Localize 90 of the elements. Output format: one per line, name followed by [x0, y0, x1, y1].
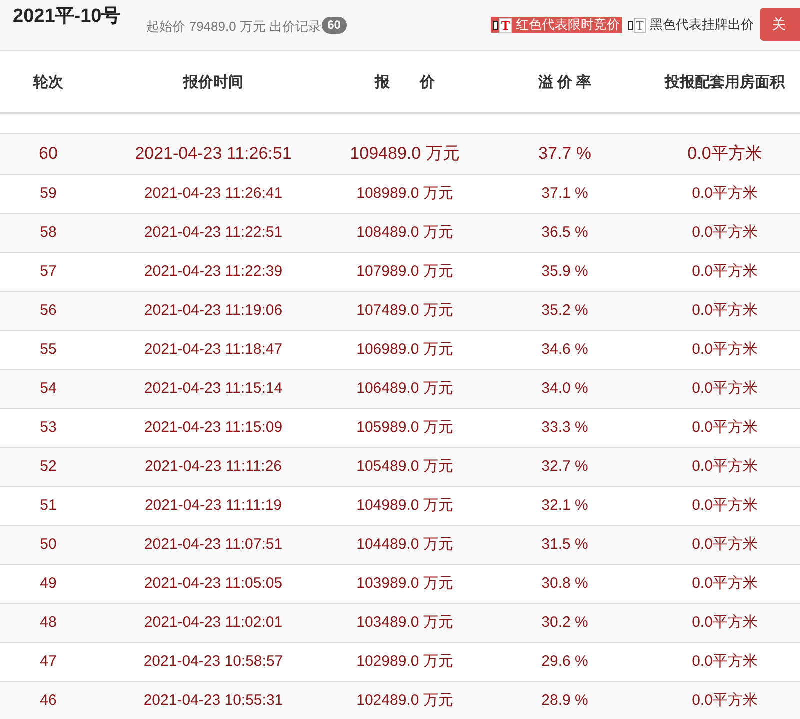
table-cell-text: 32.7 %: [540, 456, 590, 477]
table-cell-text: 0.0平方米: [686, 143, 764, 166]
table-cell-text: 104489.0 万元: [356, 534, 454, 555]
table-cell-text: 2021-04-23 10:58:57: [142, 652, 284, 672]
table-cell-text: 107989.0 万元: [356, 262, 454, 282]
table-cell-text: 2021-04-23 11:15:14: [143, 378, 284, 399]
table-cell-text: 2021-04-23 11:22:39: [143, 262, 284, 282]
table-cell-text: 0.0平方米: [691, 456, 759, 477]
table-cell-text: 0.0平方米: [691, 300, 759, 321]
table-cell-text: 106489.0 万元: [356, 378, 454, 399]
table-cell-text: 0.0平方米: [691, 612, 759, 633]
table-cell-text: 36.5 %: [540, 222, 590, 243]
bid-count-badge: 60: [322, 17, 347, 34]
table-cell-text: 28.9 %: [540, 690, 590, 711]
legend-label: 红色代表限时竞价: [516, 16, 620, 34]
table-cell-text: 29.6 %: [540, 652, 590, 672]
table-cell-text: 2021-04-23 10:55:31: [142, 690, 284, 711]
table-cell-text: 2021-04-23 11:26:41: [143, 184, 284, 204]
table-cell-text: 108489.0 万元: [356, 222, 454, 243]
box-icon: [628, 20, 634, 30]
table-cell-text: 52: [39, 456, 58, 477]
t-glyph: T: [499, 18, 512, 32]
table-cell-text: 35.9 %: [540, 262, 590, 282]
table-cell-text: 103989.0 万元: [356, 574, 454, 594]
column-header: 投报配套用房面积: [664, 73, 786, 94]
table-cell-text: 57: [39, 262, 58, 282]
table-cell-text: 2021-04-23 11:11:26: [144, 456, 284, 477]
table-cell-text: 2021-04-23 11:19:06: [143, 300, 284, 321]
table-cell-text: 58: [39, 222, 58, 243]
table-cell-text: 109489.0 万元: [349, 143, 461, 166]
table-cell-text: 2021-04-23 11:15:09: [143, 418, 284, 438]
table-cell-text: 34.0 %: [540, 378, 590, 399]
table-cell-text: 37.1 %: [540, 184, 590, 204]
table-cell-text: 104989.0 万元: [356, 496, 454, 516]
table-cell-text: 56: [39, 300, 58, 321]
column-header: 报 价: [374, 73, 436, 94]
table-cell-text: 0.0平方米: [691, 378, 759, 399]
table-cell-text: 2021-04-23 11:11:19: [144, 496, 284, 516]
table-cell-text: 35.2 %: [540, 300, 590, 321]
table-cell-text: 0.0平方米: [691, 340, 759, 360]
table-cell-text: 102989.0 万元: [356, 652, 454, 672]
table-cell-text: 34.6 %: [540, 340, 590, 360]
table-cell-text: 51: [39, 496, 58, 516]
table-cell-text: 55: [39, 340, 58, 360]
table-cell-text: 2021-04-23 11:22:51: [143, 222, 284, 243]
table-cell-text: 0.0平方米: [691, 652, 759, 672]
table-cell-text: 0.0平方米: [691, 418, 759, 438]
table-cell-text: 60: [38, 143, 59, 166]
table-cell-text: 48: [39, 612, 58, 633]
page-title: 2021平-10号: [13, 5, 121, 29]
column-header: 溢 价 率: [537, 73, 593, 94]
table-cell-text: 2021-04-23 11:07:51: [143, 534, 284, 555]
table-cell-text: 33.3 %: [540, 418, 590, 438]
table-cell-text: 105989.0 万元: [356, 418, 454, 438]
table-cell-text: 46: [39, 690, 58, 711]
table-cell-text: 105489.0 万元: [356, 456, 454, 477]
column-header: 轮次: [32, 73, 64, 94]
table-cell-text: 2021-04-23 11:18:47: [143, 340, 284, 360]
legend-label: 黑色代表挂牌出价: [650, 16, 754, 34]
table-cell-text: 0.0平方米: [691, 184, 759, 204]
column-header: 报价时间: [182, 73, 244, 94]
close-button[interactable]: 关: [760, 8, 800, 41]
table-cell-text: 108989.0 万元: [356, 184, 454, 204]
table-cell-text: 2021-04-23 11:02:01: [143, 612, 284, 633]
table-cell-text: 54: [39, 378, 58, 399]
table-cell-text: 0.0平方米: [691, 262, 759, 282]
table-cell-text: 2021-04-23 11:26:51: [134, 143, 293, 166]
table-cell-text: 37.7 %: [538, 143, 592, 166]
table-cell-text: 32.1 %: [540, 496, 590, 516]
table-cell-text: 0.0平方米: [691, 574, 759, 594]
table-cell-text: 107489.0 万元: [356, 300, 454, 321]
table-cell-text: 49: [39, 574, 58, 594]
table-cell-text: 31.5 %: [540, 534, 590, 555]
start-price-text: 起始价 79489.0 万元 出价记录: [146, 18, 322, 36]
table-cell-text: 0.0平方米: [691, 496, 759, 516]
table-cell-text: 50: [39, 534, 58, 555]
table-cell-text: 0.0平方米: [691, 534, 759, 555]
table-cell-text: 0.0平方米: [691, 222, 759, 243]
table-cell-text: 0.0平方米: [691, 690, 759, 711]
table-cell-text: 59: [39, 184, 58, 204]
table-cell-text: 53: [39, 418, 58, 438]
table-cell-text: 2021-04-23 11:05:05: [143, 574, 284, 594]
table-cell-text: 30.8 %: [540, 574, 590, 594]
table-cell-text: 106989.0 万元: [356, 340, 454, 360]
table-cell-text: 103489.0 万元: [356, 612, 454, 633]
t-glyph: T: [634, 18, 646, 32]
box-icon: [493, 20, 498, 30]
table-cell-text: 30.2 %: [540, 612, 590, 633]
table-cell-text: 102489.0 万元: [356, 690, 454, 711]
table-cell-text: 47: [39, 652, 58, 672]
